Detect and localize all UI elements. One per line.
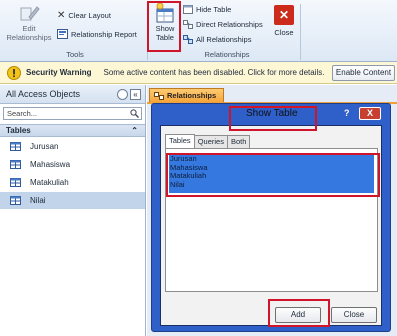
relationships-icon bbox=[154, 91, 164, 100]
all-relationships-icon bbox=[183, 35, 193, 44]
nav-table-item-selected[interactable]: Nilai bbox=[0, 192, 145, 209]
show-table-dialog: Show Table ? X Tables Queries Both Jurus… bbox=[151, 103, 391, 332]
relationship-report-icon bbox=[57, 29, 68, 39]
edit-relationships-label: Edit Relationships bbox=[6, 24, 52, 42]
tab-queries[interactable]: Queries bbox=[193, 135, 228, 148]
security-warning-message[interactable]: Some active content has been disabled. C… bbox=[104, 68, 325, 77]
tools-group-label: Tools bbox=[66, 50, 84, 59]
clear-layout-label: Clear Layout bbox=[68, 11, 111, 20]
close-label: Close bbox=[274, 28, 294, 37]
dialog-titlebar[interactable]: Show Table ? X bbox=[152, 104, 390, 123]
dialog-body: Tables Queries Both Jurusan Mahasiswa Ma… bbox=[160, 125, 382, 326]
tab-tables[interactable]: Tables bbox=[165, 134, 195, 148]
nav-table-item[interactable]: Matakuliah bbox=[0, 174, 145, 191]
show-table-label: Show Table bbox=[155, 24, 175, 42]
table-icon bbox=[10, 160, 21, 169]
nav-table-label: Nilai bbox=[30, 196, 46, 205]
ribbon-separator bbox=[300, 4, 301, 60]
add-button[interactable]: Add bbox=[275, 307, 321, 323]
table-icon bbox=[10, 178, 21, 187]
nav-menu-icon[interactable] bbox=[117, 89, 128, 100]
relationships-group-label: Relationships bbox=[204, 50, 250, 59]
table-icon bbox=[10, 196, 21, 205]
nav-table-item[interactable]: Jurusan bbox=[0, 138, 145, 155]
security-warning-bar: Security Warning Some active content has… bbox=[0, 62, 397, 84]
help-button[interactable]: ? bbox=[344, 108, 350, 118]
nav-pane-title: All Access Objects bbox=[6, 89, 81, 99]
tab-relationships[interactable]: Relationships bbox=[149, 88, 224, 102]
table-list-panel: Jurusan Mahasiswa Matakuliah Nilai bbox=[165, 148, 378, 292]
search-box[interactable]: Search... bbox=[3, 107, 142, 120]
dialog-close-button[interactable]: X bbox=[359, 107, 381, 120]
show-table-button[interactable]: Show Table bbox=[149, 2, 181, 42]
close-icon: ✕ bbox=[274, 5, 294, 25]
nav-table-label: Jurusan bbox=[30, 142, 59, 151]
warning-icon bbox=[7, 65, 21, 80]
nav-table-item[interactable]: Mahasiswa bbox=[0, 156, 145, 173]
list-item[interactable]: Matakuliah bbox=[169, 171, 374, 181]
security-warning-title: Security Warning bbox=[26, 68, 92, 77]
direct-relationships-label: Direct Relationships bbox=[196, 20, 263, 29]
nav-table-label: Matakuliah bbox=[30, 178, 69, 187]
list-item[interactable]: Nilai bbox=[169, 180, 374, 190]
dialog-title: Show Table bbox=[246, 108, 298, 119]
table-list[interactable]: Jurusan Mahasiswa Matakuliah Nilai bbox=[169, 154, 374, 193]
shutter-bar-icon[interactable]: « bbox=[130, 89, 141, 100]
collapse-icon[interactable]: ⌃ bbox=[131, 126, 138, 135]
hide-table-button[interactable]: Hide Table bbox=[183, 5, 231, 14]
tables-section-label: Tables bbox=[6, 126, 31, 135]
search-input[interactable]: Search... bbox=[7, 109, 37, 118]
hide-table-label: Hide Table bbox=[196, 5, 232, 14]
search-icon bbox=[130, 109, 139, 118]
dialog-tabs: Tables Queries Both bbox=[165, 134, 251, 148]
relationship-report-label: Relationship Report bbox=[71, 29, 137, 39]
hide-table-icon bbox=[183, 5, 193, 14]
direct-relationships-button[interactable]: Direct Relationships bbox=[183, 20, 263, 29]
clear-layout-icon: ✕ bbox=[57, 10, 66, 21]
direct-relationships-icon bbox=[183, 20, 193, 29]
edit-relationships-button[interactable]: Edit Relationships bbox=[3, 2, 55, 42]
tab-relationships-label: Relationships bbox=[167, 91, 217, 100]
tab-both[interactable]: Both bbox=[226, 135, 251, 148]
relationship-report-button[interactable]: Relationship Report bbox=[57, 29, 137, 39]
ribbon: Edit Relationships ✕ Clear Layout Relati… bbox=[0, 0, 397, 62]
nav-table-label: Mahasiswa bbox=[30, 160, 71, 169]
all-relationships-button[interactable]: All Relationships bbox=[183, 35, 251, 44]
clear-layout-button[interactable]: ✕ Clear Layout bbox=[57, 10, 111, 21]
enable-content-button[interactable]: Enable Content bbox=[332, 65, 395, 81]
edit-relationships-icon bbox=[20, 6, 40, 21]
all-relationships-label: All Relationships bbox=[196, 35, 252, 44]
tables-section-header[interactable]: Tables ⌃ bbox=[0, 124, 145, 137]
table-icon bbox=[10, 142, 21, 151]
show-table-icon bbox=[156, 2, 174, 23]
ribbon-separator bbox=[147, 4, 148, 60]
close-button[interactable]: Close bbox=[331, 307, 377, 323]
nav-pane-header[interactable]: All Access Objects « bbox=[0, 85, 145, 104]
close-relationships-button[interactable]: ✕ Close bbox=[270, 2, 298, 37]
navigation-pane: All Access Objects « Search... Tables ⌃ … bbox=[0, 85, 146, 336]
